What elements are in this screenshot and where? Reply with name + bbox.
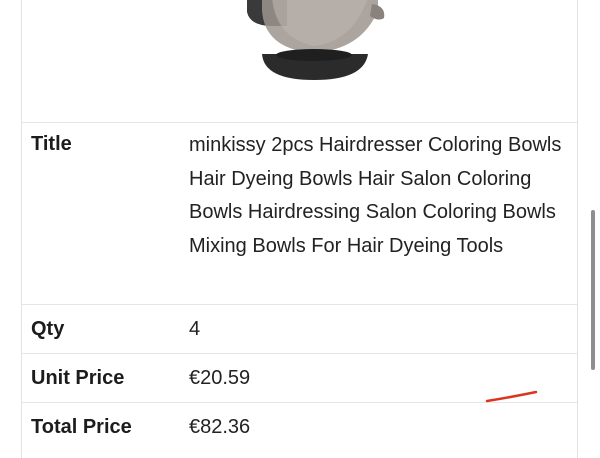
annotation-stroke (485, 390, 538, 403)
title-value: minkissy 2pcs Hairdresser Coloring Bowls… (189, 134, 562, 257)
total-price-label: Total Price (31, 416, 132, 438)
product-image-area (22, 0, 577, 123)
qty-value: 4 (189, 318, 201, 340)
title-row: Title minkissy 2pcs Hairdresser Coloring… (22, 123, 577, 305)
unit-price-label: Unit Price (31, 367, 125, 389)
vertical-scrollbar[interactable] (591, 210, 595, 370)
product-image (247, 0, 385, 80)
qty-label: Qty (31, 318, 65, 340)
total-price-value: €82.36 (189, 416, 251, 438)
title-label: Title (31, 133, 72, 155)
qty-row: Qty 4 (22, 305, 577, 354)
